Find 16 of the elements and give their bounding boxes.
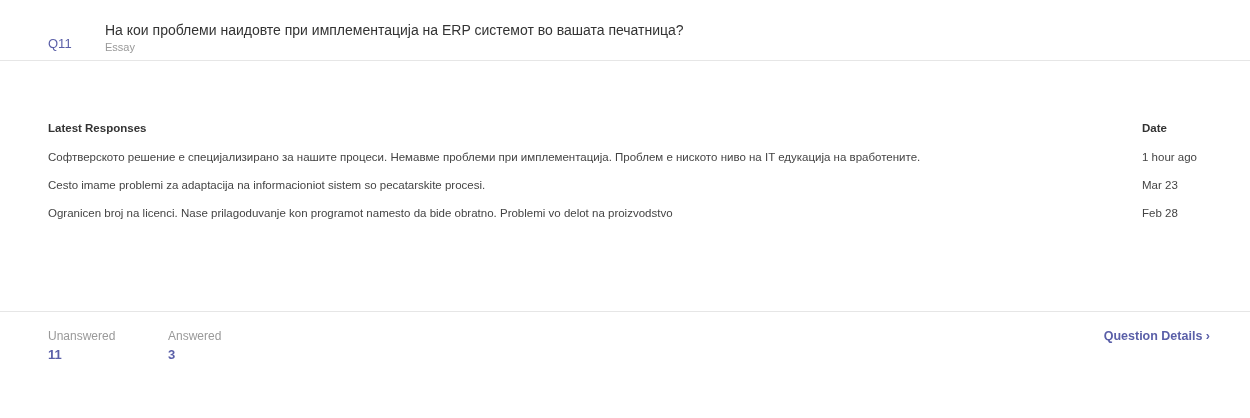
stat-label: Answered [168, 329, 223, 343]
response-text: Cesto imame problemi za adaptacija na informacioniot sistem so pecatarskite procesi. [48, 179, 486, 191]
response-date: Mar 23 [1142, 179, 1179, 191]
question-type: Essay [105, 41, 136, 53]
question-details-link[interactable]: Question Details › [1103, 329, 1210, 343]
response-date: 1 hour ago [1142, 151, 1198, 163]
response-text: Софтверското решение е специјализирано за нашите процеси. Немавме проблеми при имплементација. Проблем е нискотo ниво на IT едукација на вработените. [48, 151, 921, 163]
column-header: Date [1142, 122, 1168, 134]
response-date: Feb 28 [1142, 207, 1179, 219]
stat-value: 11 [48, 347, 63, 362]
stat-label: Unanswered [48, 329, 117, 343]
response-text: Ogranicen broj na licenci. Nase prilagoduvanje kon programot namesto da bide obratno. Problemi vo delot na proizvodstvo [48, 207, 673, 219]
stat-value: 3 [168, 347, 177, 362]
question-text: На кои проблеми наидовте при имплементација на ERP системот во вашата печатница? [105, 22, 684, 38]
question-number: Q11 [48, 35, 73, 53]
column-header: Latest Responses [48, 122, 147, 134]
